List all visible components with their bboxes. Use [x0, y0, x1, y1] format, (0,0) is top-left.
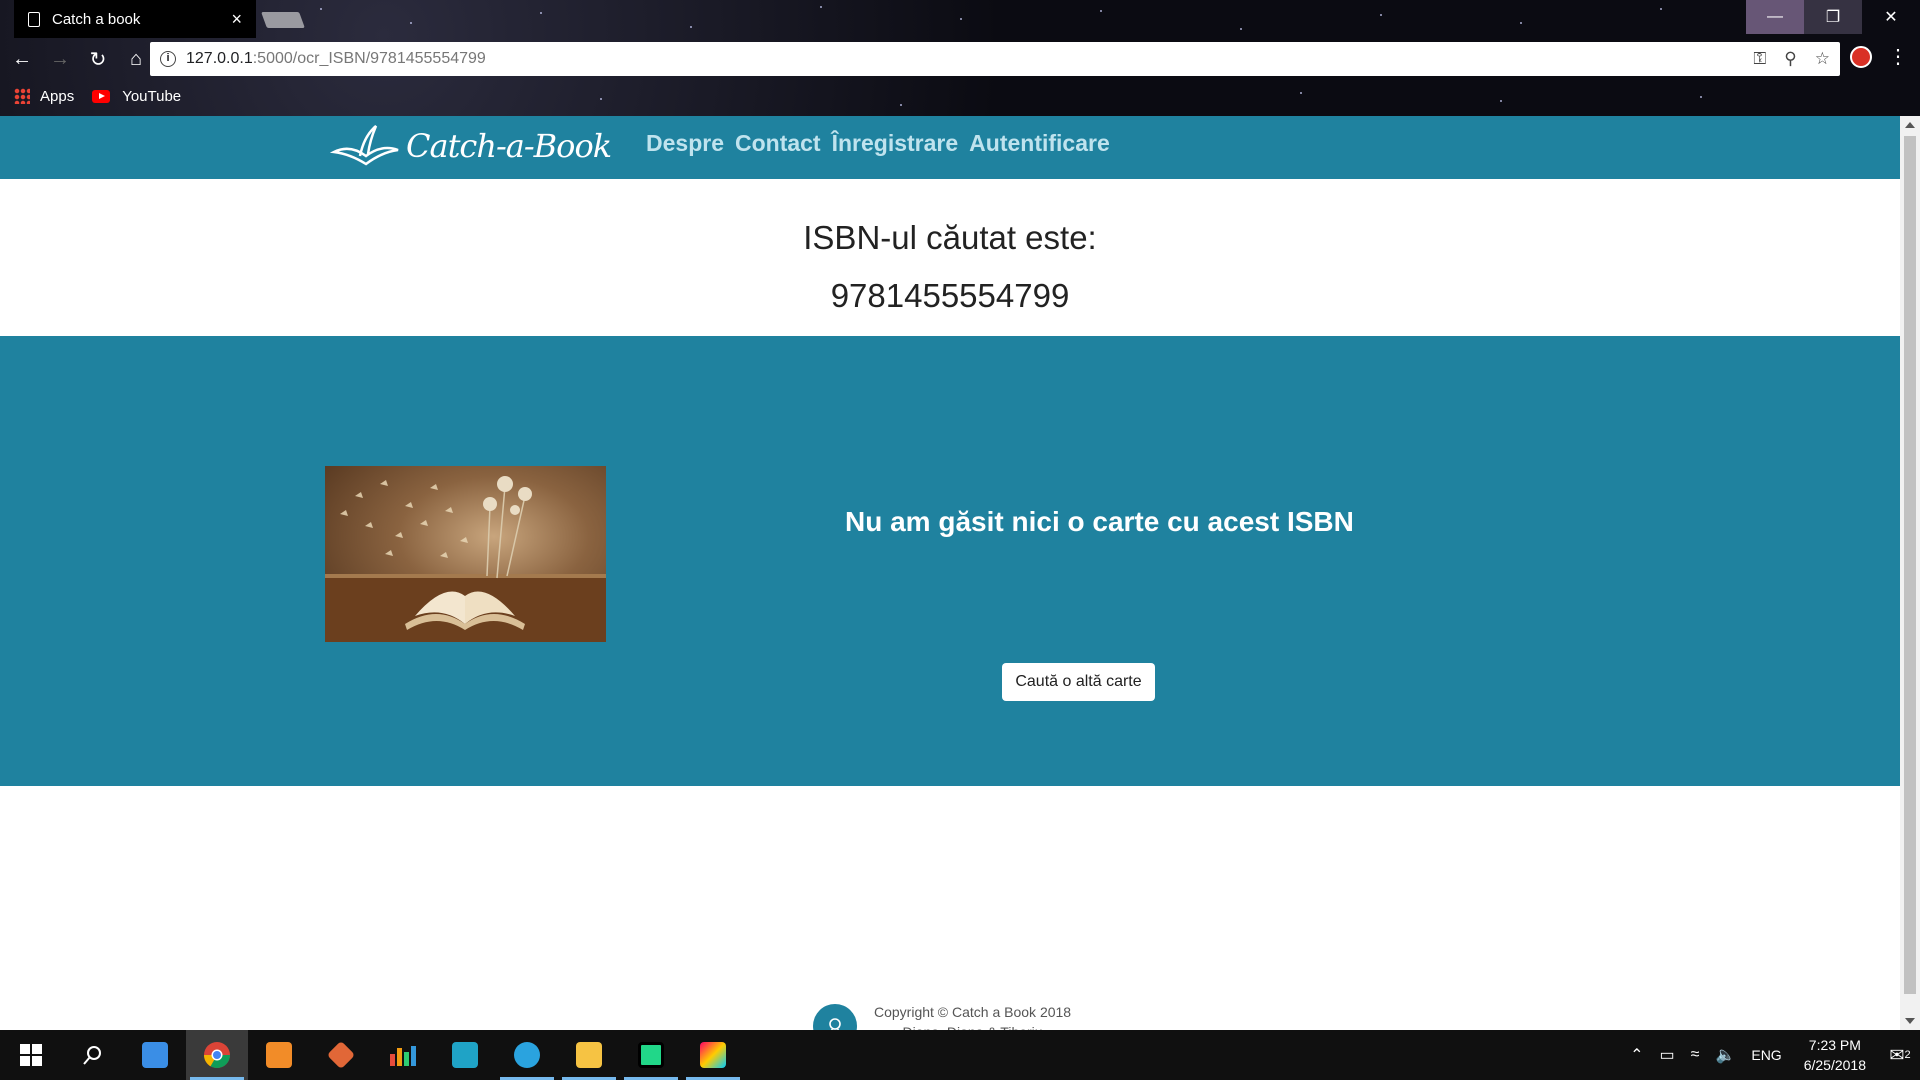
nav-contact[interactable]: Contact	[735, 130, 821, 157]
apps-grid-icon	[14, 88, 30, 104]
nav-despre[interactable]: Despre	[646, 130, 724, 157]
close-window-icon[interactable]: ✕	[1862, 0, 1920, 34]
windows-taskbar: ⌃ ▭ ≈ 🔈 ENG 7:23 PM 6/25/2018 ✉ 2	[0, 1030, 1920, 1080]
bookmark-apps[interactable]: Apps	[40, 88, 74, 105]
page-icon	[28, 11, 40, 27]
pycharm-icon[interactable]	[620, 1030, 682, 1080]
main-nav: Despre Contact Înregistrare Autentificar…	[646, 130, 1110, 157]
site-footer: Copyright © Catch a Book 2018 Diana, Dia…	[0, 786, 1900, 1030]
search-again-button[interactable]: Caută o altă carte	[1002, 663, 1155, 701]
new-tab-button[interactable]	[261, 12, 305, 28]
bookmarks-bar: Apps YouTube	[0, 84, 181, 108]
result-section: Nu am găsit nici o carte cu acest ISBN C…	[0, 336, 1900, 786]
wifi-icon[interactable]: ≈	[1691, 1046, 1700, 1064]
open-book-image	[325, 466, 606, 642]
back-icon[interactable]: ←	[6, 43, 38, 75]
notifications-icon[interactable]: ✉ 2	[1880, 1030, 1920, 1080]
clock-time: 7:23 PM	[1808, 1037, 1861, 1053]
nav-inregistrare[interactable]: Înregistrare	[832, 130, 959, 157]
isbn-heading: ISBN-ul căutat este:	[803, 219, 1097, 256]
copyright-line: Copyright © Catch a Book 2018	[874, 1004, 1072, 1020]
browser-tab[interactable]: Catch a book ×	[14, 0, 256, 38]
site-logo[interactable]: Catch-a-Book	[330, 122, 612, 170]
chrome-icon[interactable]	[186, 1030, 248, 1080]
key-icon[interactable]: ⚿	[1753, 49, 1766, 69]
page-scrollbar[interactable]	[1900, 116, 1920, 1030]
window-controls: — ❐ ✕	[1746, 0, 1920, 34]
volume-icon[interactable]: 🔈	[1715, 1045, 1735, 1065]
forward-icon[interactable]: →	[44, 43, 76, 75]
bookmark-youtube[interactable]: YouTube	[122, 88, 181, 105]
url-host: 127.0.0.1	[186, 50, 253, 67]
language-indicator[interactable]: ENG	[1751, 1047, 1781, 1063]
browser-toolbar: ← → ↻ ⌂ i 127.0.0.1:5000/ocr_ISBN/978145…	[0, 42, 1920, 76]
site-info-icon[interactable]: i	[160, 51, 176, 67]
system-tray: ⌃ ▭ ≈ 🔈 ENG 7:23 PM 6/25/2018 ✉ 2	[1622, 1030, 1920, 1080]
clock[interactable]: 7:23 PM 6/25/2018	[1804, 1035, 1866, 1075]
zoom-icon[interactable]: ⚲	[1784, 49, 1796, 69]
isbn-section: ISBN-ul căutat este: 9781455554799	[0, 179, 1900, 336]
extension-icon[interactable]	[1850, 46, 1872, 68]
minimize-icon[interactable]: —	[1746, 0, 1804, 34]
page-viewport: Catch-a-Book Despre Contact Înregistrare…	[0, 116, 1900, 1030]
battery-icon[interactable]: ▭	[1660, 1045, 1675, 1065]
isbn-value: 9781455554799	[830, 277, 1070, 314]
bookmark-star-icon[interactable]: ☆	[1815, 49, 1830, 69]
app-bars-icon[interactable]	[372, 1030, 434, 1080]
scroll-down-icon[interactable]	[1905, 1018, 1915, 1024]
file-explorer-icon[interactable]	[558, 1030, 620, 1080]
youtube-icon	[92, 89, 111, 103]
url-path: :5000/ocr_ISBN/9781455554799	[252, 50, 486, 67]
notification-count: 2	[1904, 1049, 1911, 1061]
bird-book-logo-icon	[330, 125, 399, 166]
browser-menu-icon[interactable]: ⋮	[1888, 44, 1908, 69]
authors-line: Diana, Diana & Tiberiu	[874, 1022, 1071, 1030]
address-bar[interactable]: i 127.0.0.1:5000/ocr_ISBN/9781455554799 …	[150, 42, 1840, 76]
nav-autentificare[interactable]: Autentificare	[969, 130, 1110, 157]
scroll-up-icon[interactable]	[1905, 122, 1915, 128]
sublime-text-icon[interactable]	[248, 1030, 310, 1080]
clock-date: 6/25/2018	[1803, 1057, 1866, 1073]
search-icon[interactable]	[62, 1030, 124, 1080]
tab-title: Catch a book	[52, 10, 141, 28]
scrollbar-thumb[interactable]	[1904, 136, 1916, 994]
windows-start-icon[interactable]	[0, 1030, 62, 1080]
telegram-icon[interactable]	[496, 1030, 558, 1080]
show-hidden-icons-icon[interactable]: ⌃	[1630, 1045, 1643, 1065]
browser-chrome: Catch a book × — ❐ ✕ ← → ↻ ⌂ i 127.0.0.1…	[0, 0, 1920, 116]
home-icon[interactable]: ⌂	[120, 43, 152, 75]
maximize-icon[interactable]: ❐	[1804, 0, 1862, 34]
not-found-message: Nu am găsit nici o carte cu acest ISBN	[845, 506, 1354, 537]
matlab-icon[interactable]	[310, 1030, 372, 1080]
github-icon[interactable]	[813, 1004, 857, 1030]
copyright-text: Copyright © Catch a Book 2018 Diana, Dia…	[874, 1002, 1071, 1030]
reload-icon[interactable]: ↻	[82, 43, 114, 75]
paint-icon[interactable]	[682, 1030, 744, 1080]
instagram-icon[interactable]	[434, 1030, 496, 1080]
logo-text: Catch-a-Book	[406, 127, 612, 165]
this-pc-icon[interactable]	[124, 1030, 186, 1080]
site-navbar: Catch-a-Book Despre Contact Înregistrare…	[0, 116, 1900, 179]
close-tab-icon[interactable]: ×	[231, 9, 242, 30]
